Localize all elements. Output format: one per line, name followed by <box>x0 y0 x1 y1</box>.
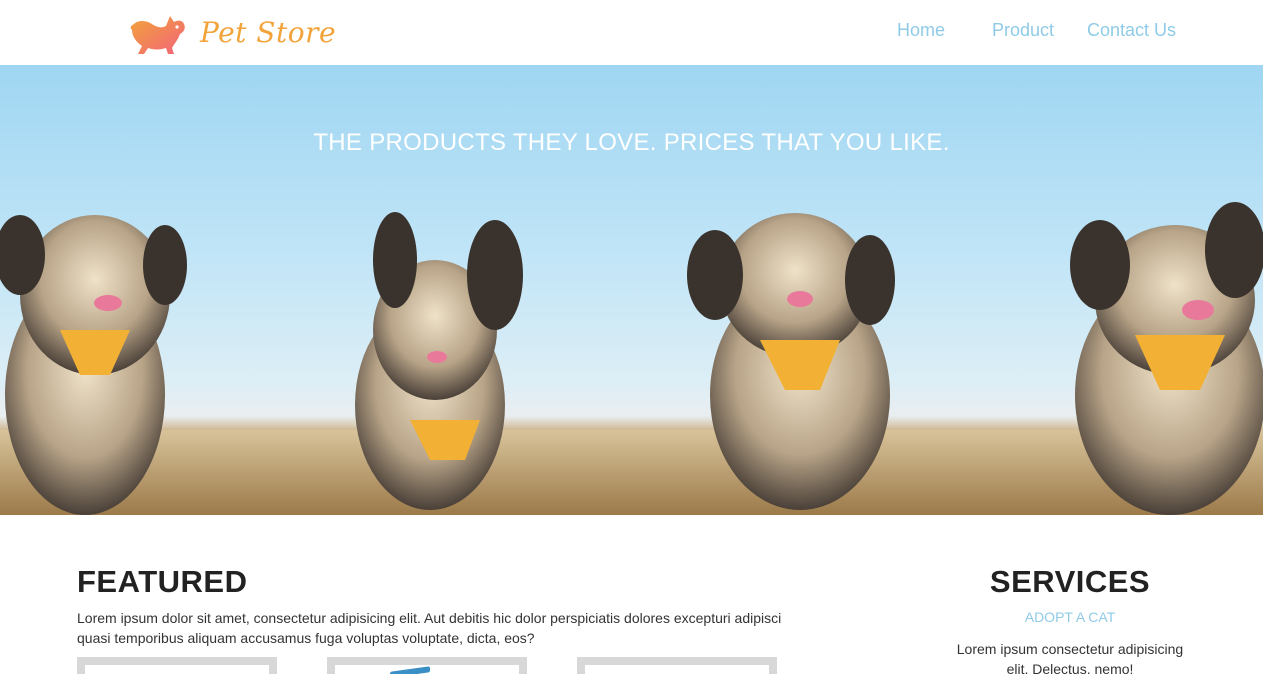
featured-card-3[interactable] <box>577 657 777 674</box>
featured-card-2[interactable] <box>327 657 527 674</box>
adopt-a-cat-link[interactable]: ADOPT A CAT <box>960 609 1180 625</box>
nav-product-link[interactable]: Product <box>992 20 1054 41</box>
featured-heading: FEATURED <box>77 564 248 599</box>
services-description: Lorem ipsum consectetur adipisicing elit… <box>956 641 1184 674</box>
dog-4 <box>1070 202 1263 515</box>
dog-logo-icon <box>130 16 185 54</box>
hero-banner: THE PRODUCTS THEY LOVE. PRICES THAT YOU … <box>0 65 1263 515</box>
services-heading: SERVICES <box>989 564 1151 599</box>
site-header: Pet Store Home Product Contact Us <box>0 0 1263 65</box>
nav-contact-link[interactable]: Contact Us <box>1087 20 1176 41</box>
logo[interactable]: Pet Store <box>128 6 336 58</box>
logo-text: Pet Store <box>200 15 337 49</box>
product-thumbnail <box>390 666 430 674</box>
nav-home-link[interactable]: Home <box>897 20 945 41</box>
hero-tagline: THE PRODUCTS THEY LOVE. PRICES THAT YOU … <box>313 129 950 156</box>
featured-card-1[interactable] <box>77 657 277 674</box>
featured-description: Lorem ipsum dolor sit amet, consectetur … <box>77 610 782 646</box>
